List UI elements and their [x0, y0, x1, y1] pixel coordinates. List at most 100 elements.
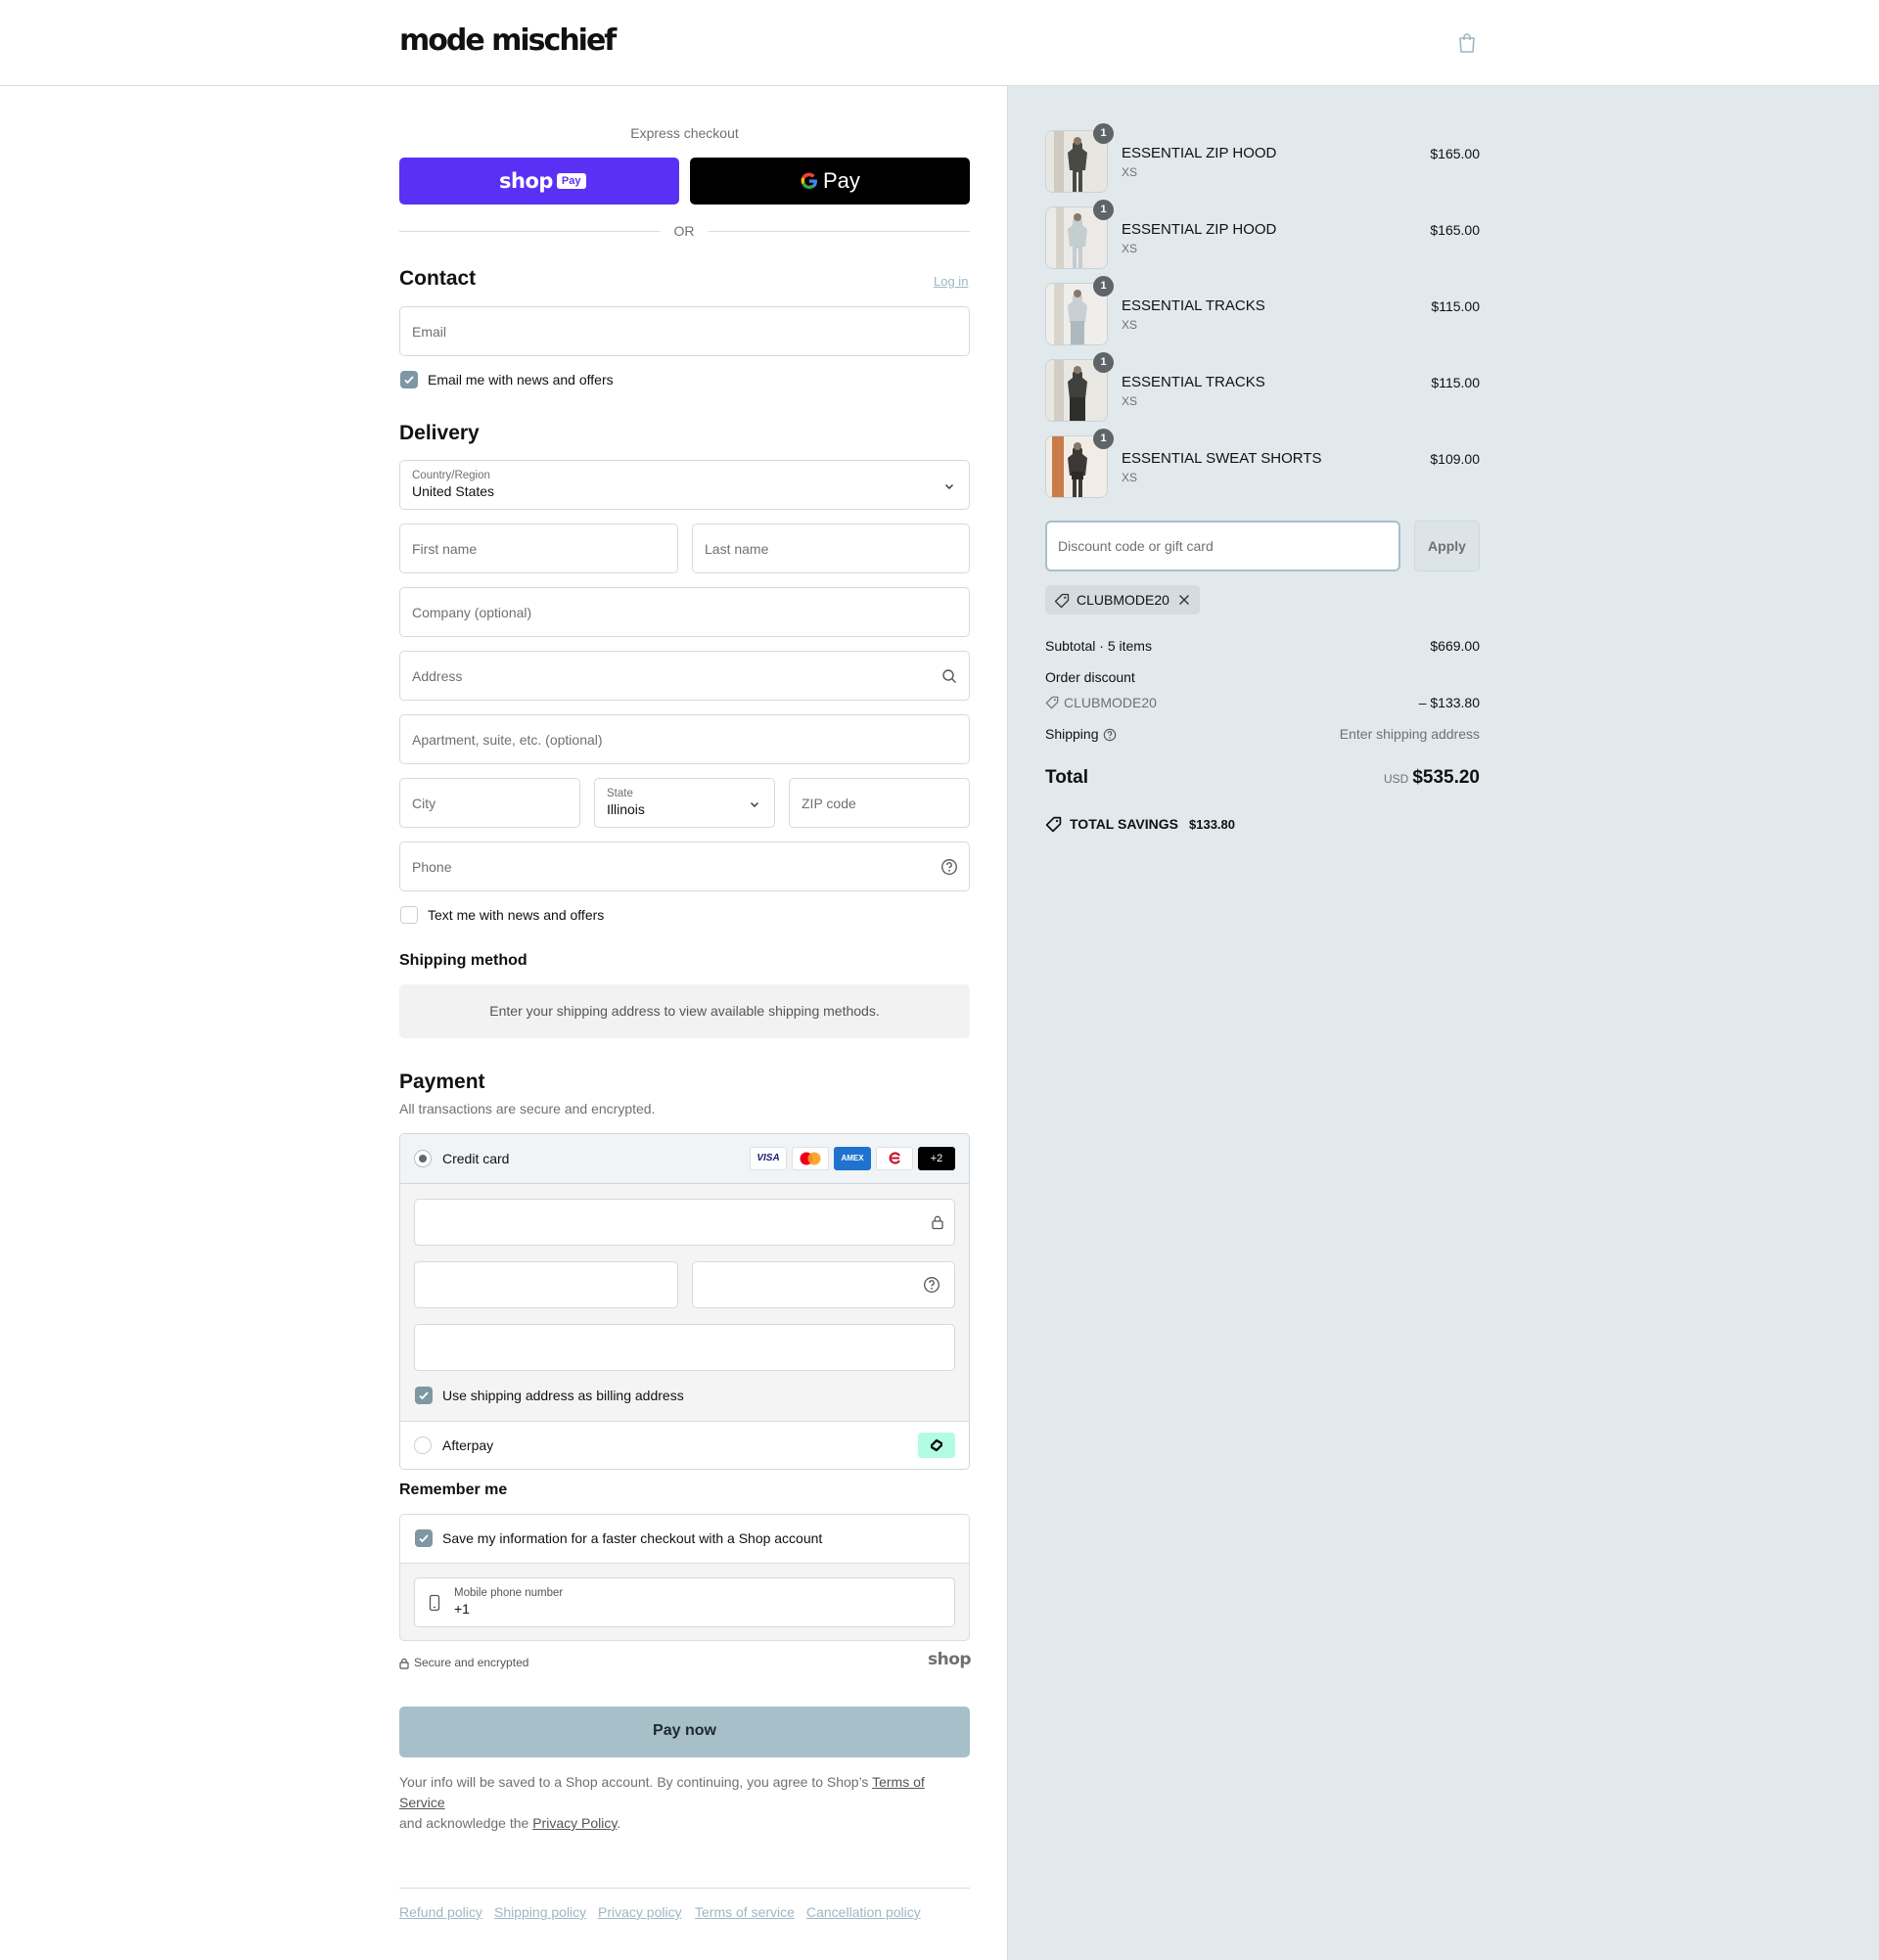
state-select[interactable]: State Illinois — [594, 778, 775, 828]
product-price: $165.00 — [1430, 222, 1480, 238]
product-price: $115.00 — [1431, 298, 1480, 314]
secure-label: Secure and encrypted — [414, 1656, 529, 1669]
country-label: Country/Region — [412, 470, 490, 481]
city-placeholder: City — [412, 795, 436, 811]
help-icon[interactable] — [923, 1276, 940, 1294]
savings-tag-icon — [1045, 816, 1062, 833]
applied-code-tag: CLUBMODE20 — [1045, 585, 1200, 615]
billing-checkbox[interactable] — [415, 1387, 433, 1404]
product-variant: XS — [1122, 394, 1138, 408]
save-info-label: Save my information for a faster checkou… — [442, 1530, 823, 1546]
country-value: United States — [412, 483, 495, 499]
total-label: Total — [1045, 767, 1088, 788]
card-number-field[interactable] — [414, 1199, 955, 1246]
google-g-icon — [800, 171, 819, 191]
discount-placeholder: Discount code or gift card — [1058, 538, 1214, 554]
product-variant: XS — [1122, 242, 1138, 255]
email-placeholder: Email — [412, 323, 447, 340]
google-pay-button[interactable]: Pay — [690, 158, 970, 205]
city-field[interactable]: City — [399, 778, 580, 828]
or-divider: OR — [673, 223, 695, 239]
terms-of-service-link[interactable]: Terms of service — [695, 1904, 795, 1920]
product-name: ESSENTIAL TRACKS — [1122, 374, 1265, 390]
company-field[interactable]: Company (optional) — [399, 587, 970, 637]
quantity-badge: 1 — [1093, 276, 1114, 296]
email-field[interactable]: Email — [399, 306, 970, 356]
last-name-placeholder: Last name — [705, 540, 769, 557]
shipping-value: Enter shipping address — [1339, 726, 1480, 742]
mobile-phone-field[interactable]: Mobile phone number +1 — [414, 1577, 955, 1627]
last-name-field[interactable]: Last name — [692, 524, 970, 573]
quantity-badge: 1 — [1093, 352, 1114, 373]
name-on-card-field[interactable] — [414, 1324, 955, 1371]
help-icon[interactable] — [940, 858, 958, 876]
state-value: Illinois — [607, 801, 645, 817]
text-news-label: Text me with news and offers — [428, 907, 605, 923]
divider-left — [399, 231, 660, 232]
close-icon[interactable] — [1178, 594, 1190, 606]
product-price: $109.00 — [1430, 451, 1480, 467]
privacy-link[interactable]: Privacy Policy — [532, 1815, 617, 1831]
first-name-placeholder: First name — [412, 540, 478, 557]
more-cards-label: +2 — [930, 1153, 943, 1164]
text-news-checkbox[interactable] — [400, 906, 418, 924]
save-info-checkbox[interactable] — [415, 1529, 433, 1547]
mobile-value: +1 — [454, 1601, 470, 1617]
apartment-field[interactable]: Apartment, suite, etc. (optional) — [399, 714, 970, 764]
shop-logo: shop — [928, 1650, 972, 1669]
credit-card-radio[interactable] — [414, 1150, 432, 1167]
product-variant: XS — [1122, 165, 1138, 179]
company-placeholder: Company (optional) — [412, 604, 532, 620]
product-price: $115.00 — [1431, 375, 1480, 390]
tag-icon — [1054, 593, 1070, 609]
email-news-checkbox[interactable] — [400, 371, 418, 388]
afterpay-label: Afterpay — [442, 1437, 494, 1453]
afterpay-radio[interactable] — [414, 1436, 432, 1454]
product-name: ESSENTIAL ZIP HOOD — [1122, 145, 1277, 161]
divider-right — [709, 231, 970, 232]
shipping-policy-link[interactable]: Shipping policy — [494, 1904, 586, 1920]
site-header: mode mischief — [0, 0, 1879, 86]
order-discount-label: Order discount — [1045, 669, 1135, 685]
savings-label: TOTAL SAVINGS — [1070, 816, 1178, 832]
applied-code: CLUBMODE20 — [1077, 592, 1169, 608]
email-news-label: Email me with news and offers — [428, 372, 614, 387]
apply-label: Apply — [1428, 538, 1466, 554]
brand-logo[interactable]: mode mischief — [399, 23, 617, 58]
mobile-phone-icon — [429, 1594, 440, 1612]
product-variant: XS — [1122, 471, 1138, 484]
more-cards-badge: +2 — [918, 1147, 955, 1170]
discount-code-label: CLUBMODE20 — [1064, 695, 1157, 710]
savings-value: $133.80 — [1189, 817, 1235, 832]
phone-field[interactable]: Phone — [399, 842, 970, 891]
shop-pay-badge: Pay — [556, 173, 586, 189]
address-placeholder: Address — [412, 667, 463, 684]
product-variant: XS — [1122, 318, 1138, 332]
security-code-field[interactable] — [692, 1261, 955, 1308]
subtotal-value: $669.00 — [1430, 638, 1480, 654]
address-field[interactable]: Address — [399, 651, 970, 701]
pay-now-button[interactable]: Pay now — [399, 1707, 970, 1757]
country-select[interactable]: Country/Region United States — [399, 460, 970, 510]
shopping-bag-icon[interactable] — [1457, 32, 1477, 54]
product-name: ESSENTIAL SWEAT SHORTS — [1122, 450, 1322, 467]
payment-heading: Payment — [399, 1071, 485, 1093]
payment-subtitle: All transactions are secure and encrypte… — [399, 1101, 656, 1117]
login-link[interactable]: Log in — [934, 274, 968, 289]
tag-icon — [1045, 696, 1059, 709]
discount-code-input[interactable]: Discount code or gift card — [1045, 521, 1400, 571]
expiry-field[interactable] — [414, 1261, 678, 1308]
help-icon[interactable] — [1103, 728, 1117, 742]
credit-card-label: Credit card — [442, 1151, 510, 1166]
apply-button[interactable]: Apply — [1414, 521, 1480, 571]
product-name: ESSENTIAL ZIP HOOD — [1122, 221, 1277, 238]
quantity-badge: 1 — [1093, 429, 1114, 449]
shop-pay-button[interactable]: shop Pay — [399, 158, 679, 205]
total-value: $535.20 — [1412, 767, 1480, 788]
cancellation-policy-link[interactable]: Cancellation policy — [806, 1904, 921, 1920]
privacy-policy-link[interactable]: Privacy policy — [598, 1904, 682, 1920]
refund-policy-link[interactable]: Refund policy — [399, 1904, 482, 1920]
first-name-field[interactable]: First name — [399, 524, 678, 573]
zip-field[interactable]: ZIP code — [789, 778, 970, 828]
google-pay-label: Pay — [823, 168, 860, 193]
